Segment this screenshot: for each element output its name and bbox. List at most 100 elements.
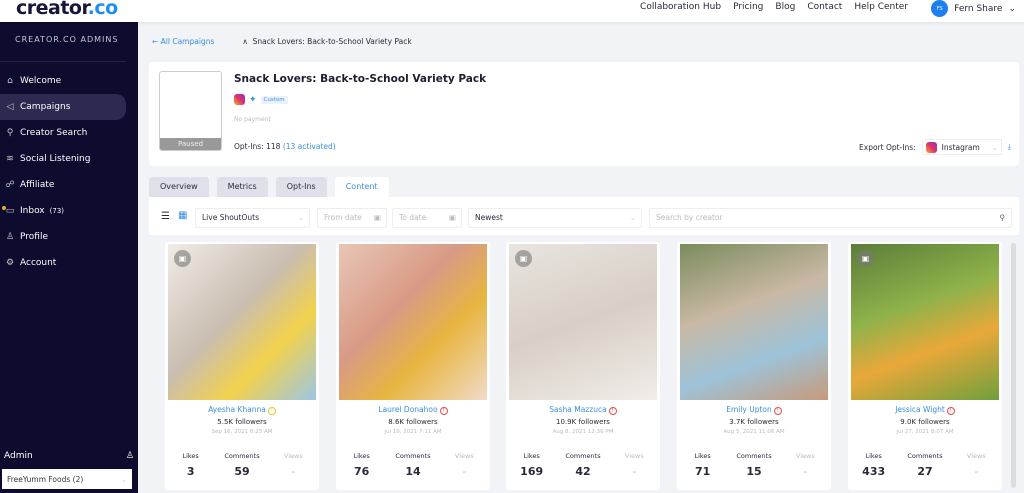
image-type-icon: ▣ [857,250,874,267]
tab-overview[interactable]: Overview [149,177,209,197]
breadcrumb-current[interactable]: ∧ Snack Lovers: Back-to-School Variety P… [242,37,411,46]
content-card[interactable]: Emily Upton! 3.7K followers Aug 5, 2021 … [677,242,831,490]
tab-content[interactable]: Content [334,177,389,197]
org-name: FreeYumm Foods (2) [7,474,84,484]
scrollbar[interactable] [1011,243,1016,488]
sidebar-item-label: Campaigns [20,102,71,112]
chevron-down-icon: ⌄ [297,213,304,222]
sidebar-item-inbox[interactable]: ▭ Inbox (73) [0,198,138,224]
creator-name[interactable]: Jessica Wight! [848,405,1002,415]
download-icon[interactable]: ⤓ [1008,142,1011,152]
grid-view-icon[interactable]: ▦ [178,210,187,221]
sidebar-item-campaigns[interactable]: ◁ Campaigns [0,94,126,120]
likes-label: Likes [182,452,199,460]
calendar-icon: ▣ [373,213,381,222]
sidebar-item-profile[interactable]: ♙ Profile [0,224,138,250]
followers: 3.7K followers [729,418,779,426]
content-card[interactable]: Laurel Donahoo! 8.6K followers Jul 19, 2… [336,242,490,490]
sidebar-item-affiliate[interactable]: ☍ Affiliate [0,172,138,198]
chevron-down-icon: ⌄ [629,213,636,222]
sidebar-item-label: Creator Search [20,128,88,138]
search-input[interactable]: Search by creator ⚲ [649,208,1012,228]
creator-name[interactable]: Ayesha Khanna! [165,405,319,415]
sort-value: Newest [475,213,503,222]
user-menu[interactable]: FS Fern Share ⌄ [931,0,1016,17]
megaphone-icon: ◁ [6,102,14,112]
sidebar-item-label: Profile [20,232,48,242]
creator-name-text: Ayesha Khanna [208,405,266,414]
post-date: Jul 19, 2021 7:11 AM [384,429,442,435]
sidebar-item-creator-search[interactable]: ⚲ Creator Search [0,120,138,146]
post-image[interactable] [339,244,487,400]
inbox-icon: ▭ [5,206,15,216]
sidebar-item-welcome[interactable]: ⌂ Welcome [0,68,138,94]
post-image[interactable]: ▣ [509,244,657,400]
export-platform-select[interactable]: Instagram ⌄ [921,139,1002,155]
sidebar-item-label: Social Listening [20,154,91,164]
followers: 9.0K followers [900,418,950,426]
optins-label: Opt-Ins: 118 [234,142,281,151]
optins-count: Opt-Ins: 118 (13 activated) [234,142,336,151]
content-card[interactable]: ▣ Sasha Mazzuca! 10.9K followers Aug 8, … [506,242,660,490]
search-icon: ⚲ [6,128,14,138]
content-type-select[interactable]: Live ShoutOuts ⌄ [195,208,310,228]
likes-label: Likes [523,452,540,460]
views-value: - [974,465,979,478]
content-card[interactable]: ▣ Ayesha Khanna! 5.5K followers Sep 16, … [165,242,319,490]
status-warning-icon: ! [946,407,955,415]
list-view-icon[interactable]: ☰ [161,211,170,222]
sidebar-item-social-listening[interactable]: ≋ Social Listening [0,146,138,172]
org-select[interactable]: FreeYumm Foods (2) ⌄ [2,469,132,489]
post-stats: Likes 433 Comments 27 Views - [848,452,1002,478]
post-date: Jul 27, 2021 8:07 AM [896,429,954,435]
all-campaigns-link[interactable]: ← All Campaigns [152,37,214,46]
creator-name[interactable]: Laurel Donahoo! [336,405,490,415]
logo[interactable]: creator.co [16,0,118,19]
likes-value: 169 [520,465,544,478]
post-stats: Likes 76 Comments 14 Views - [336,452,490,478]
sidebar-item-account[interactable]: ⚙ Account [0,250,138,276]
switch-user-icon[interactable]: ♙ [126,451,134,461]
nav-help-center[interactable]: Help Center [854,2,908,12]
post-image[interactable]: ▣ [168,244,316,400]
from-date-placeholder: From date [324,213,362,222]
post-date: Sep 16, 2021 6:25 AM [211,429,273,435]
image-type-icon: ▣ [515,250,532,267]
post-image[interactable]: ▣ [851,244,999,400]
payment-info: No payment [234,116,271,123]
followers: 5.5K followers [217,418,267,426]
search-placeholder: Search by creator [656,213,723,222]
content-card[interactable]: ▣ Jessica Wight! 9.0K followers Jul 27, … [848,242,1002,490]
sort-select[interactable]: Newest ⌄ [468,208,642,228]
nav-collaboration-hub[interactable]: Collaboration Hub [640,2,721,12]
post-image[interactable] [680,244,828,400]
views-value: - [291,465,296,478]
from-date-input[interactable]: From date ▣ [317,208,387,228]
comments-value: 14 [405,465,421,478]
top-bar: creator.co Collaboration Hub Pricing Blo… [0,0,1024,22]
comments-label: Comments [736,452,772,460]
user-icon: ♙ [5,232,15,242]
avatar: FS [931,0,949,17]
status-warning-icon: ! [773,407,782,415]
creator-name[interactable]: Sasha Mazzuca! [506,405,660,415]
post-stats: Likes 71 Comments 15 Views - [677,452,831,478]
views-label: Views [283,452,303,460]
likes-label: Likes [353,452,370,460]
tab-metrics[interactable]: Metrics [216,177,268,197]
tabs: Overview Metrics Opt-Ins Content [149,177,389,197]
shoutout-icon: ✦ [249,94,257,105]
optins-activated-link[interactable]: (13 activated) [283,142,336,151]
nav-pricing[interactable]: Pricing [733,2,763,12]
comments-label: Comments [224,452,260,460]
back-label: All Campaigns [160,37,215,46]
nav-blog[interactable]: Blog [775,2,795,12]
creator-name[interactable]: Emily Upton! [677,405,831,415]
to-date-input[interactable]: To date ▣ [392,208,462,228]
breadcrumb: ← All Campaigns ∧ Snack Lovers: Back-to-… [152,37,412,46]
likes-value: 433 [862,465,886,478]
tab-opt-ins[interactable]: Opt-Ins [275,177,327,197]
platform-label: Instagram [941,142,980,152]
views-label: Views [795,452,815,460]
nav-contact[interactable]: Contact [807,2,842,12]
